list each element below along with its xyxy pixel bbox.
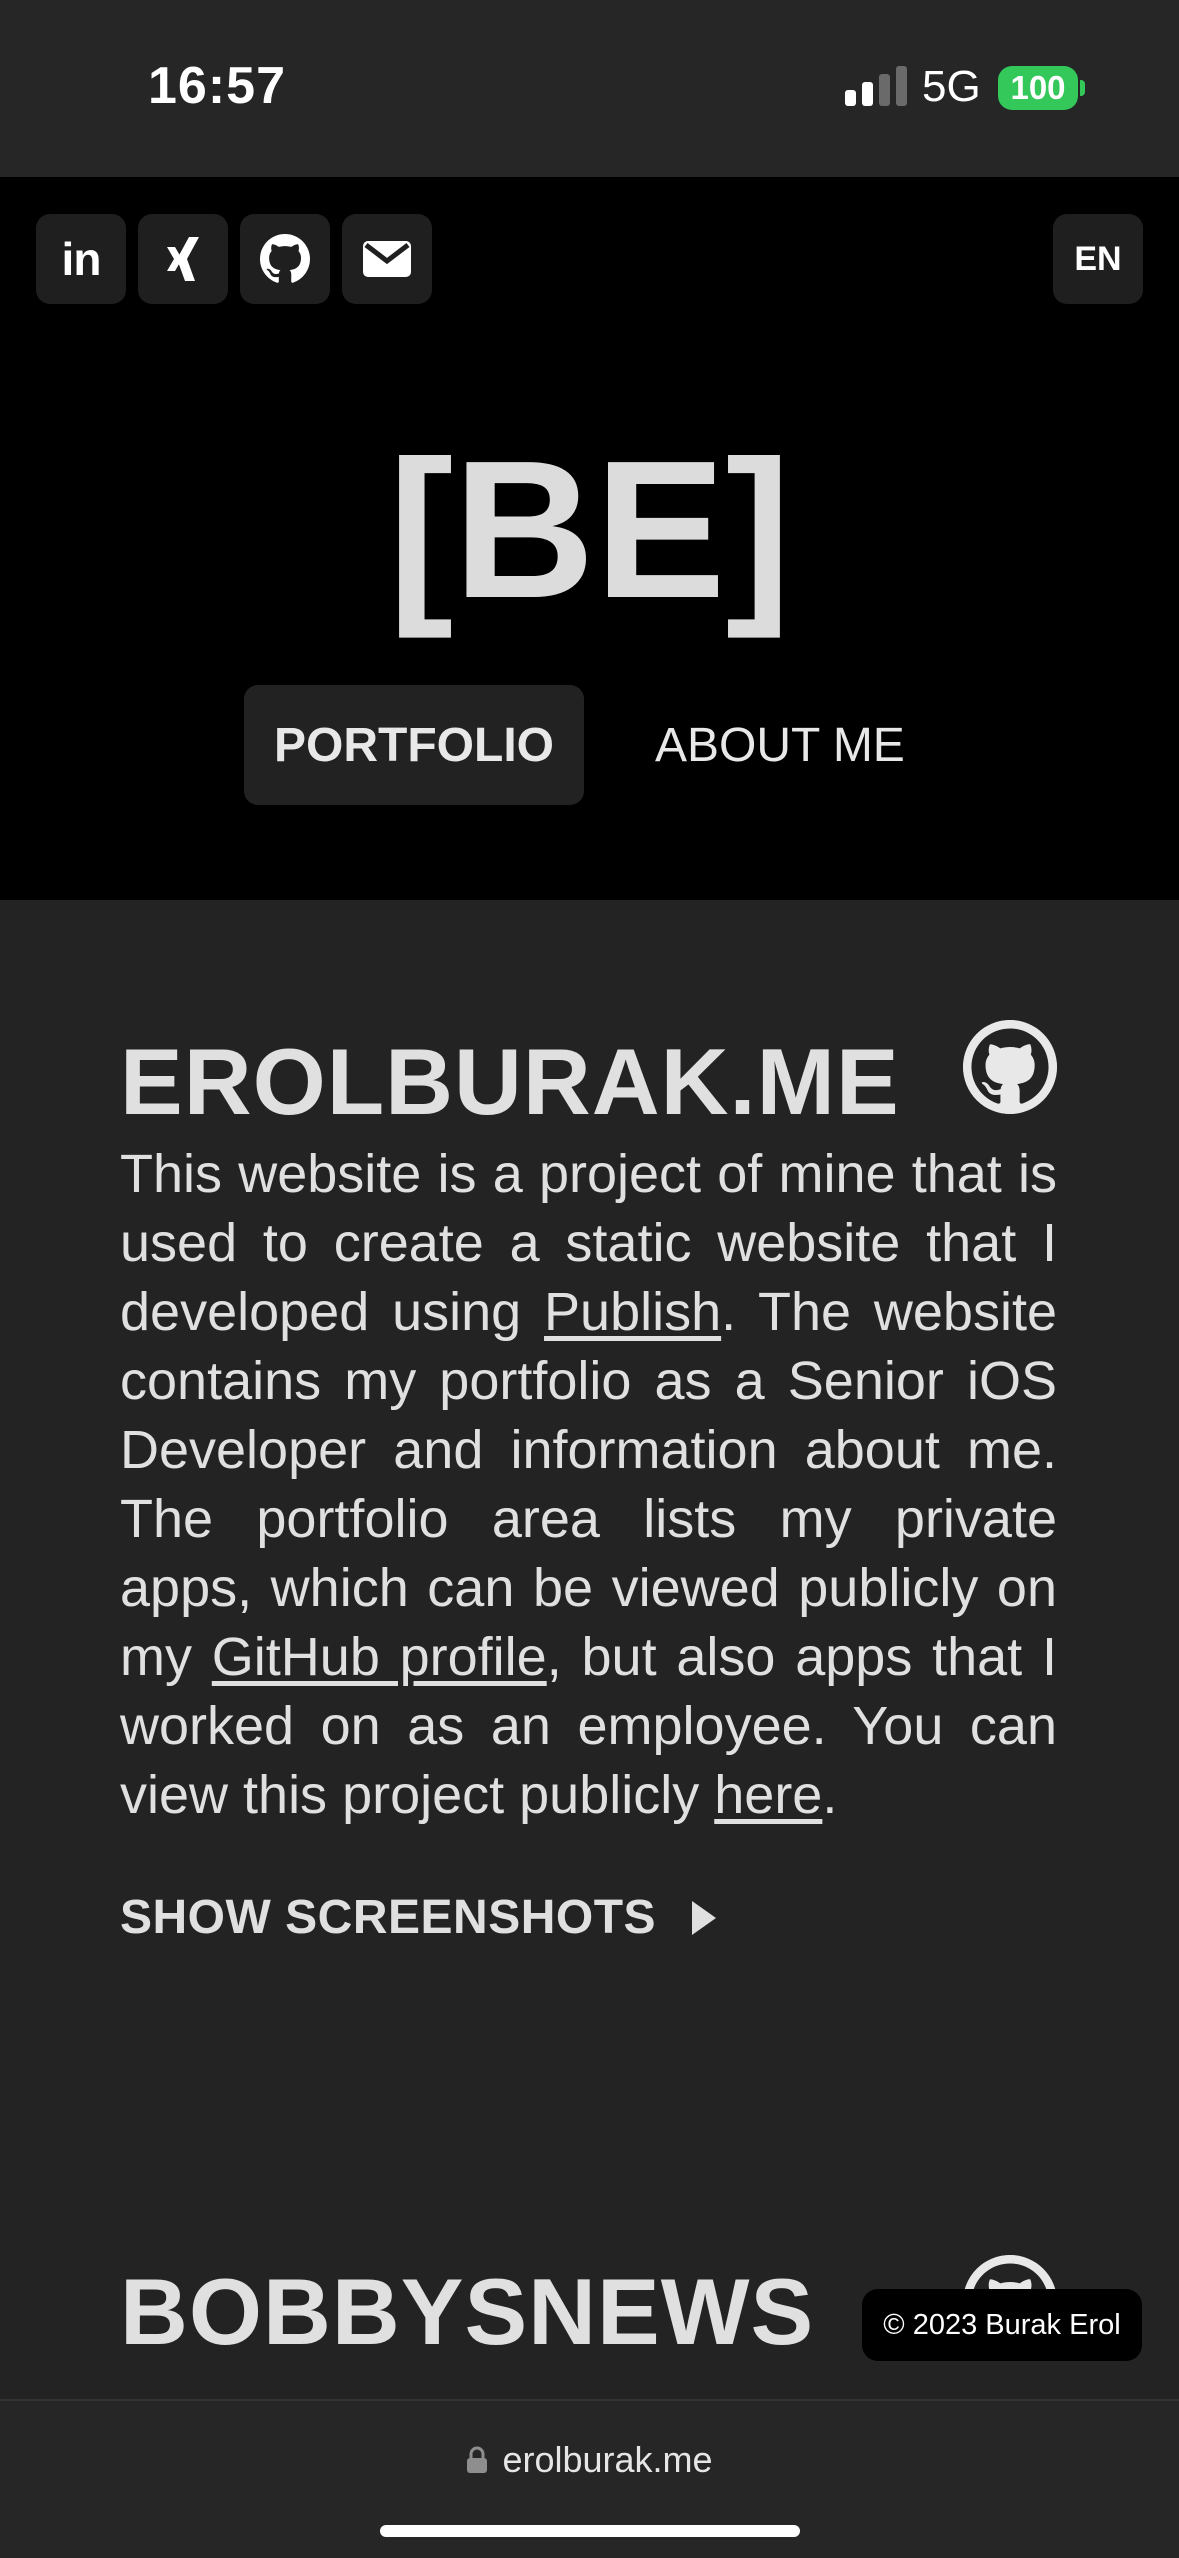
project-here-link[interactable]: here <box>714 1765 822 1825</box>
network-type: 5G <box>922 62 981 111</box>
linkedin-button[interactable]: in <box>36 214 126 304</box>
project-title: BOBBYSNEWS <box>120 2259 815 2364</box>
linkedin-icon: in <box>61 233 102 285</box>
nav-portfolio[interactable]: PORTFOLIO <box>244 685 584 805</box>
browser-address-bar[interactable]: erolburak.me <box>0 2399 1179 2558</box>
status-bar: 16:57 5G 100 <box>0 0 1179 177</box>
github-icon <box>963 1020 1057 1114</box>
language-button[interactable]: EN <box>1053 214 1143 304</box>
site-logo[interactable]: [BE] <box>0 432 1179 628</box>
github-button[interactable] <box>240 214 330 304</box>
battery-icon: 100 <box>998 66 1078 110</box>
github-icon <box>260 234 310 283</box>
project-github-link[interactable] <box>963 1020 1057 1114</box>
xing-button[interactable] <box>138 214 228 304</box>
project-description: This website is a project of mine that i… <box>120 1140 1057 1830</box>
nav-about-me[interactable]: ABOUT ME <box>655 685 905 805</box>
xing-icon <box>167 237 199 281</box>
publish-link[interactable]: Publish <box>544 1282 721 1342</box>
email-button[interactable] <box>342 214 432 304</box>
description-text: . <box>822 1765 838 1825</box>
mail-icon <box>363 241 411 277</box>
project-card: EROLBURAK.ME This website is a project o… <box>120 1020 1057 1945</box>
cellular-signal-icon <box>845 66 909 106</box>
battery-nub <box>1080 80 1085 96</box>
lock-icon <box>467 2446 488 2473</box>
show-screenshots-button[interactable]: SHOW SCREENSHOTS <box>120 1890 1057 1945</box>
project-title: EROLBURAK.ME <box>120 1029 900 1134</box>
github-profile-link[interactable]: GitHub profile <box>212 1627 547 1687</box>
status-time: 16:57 <box>148 57 286 115</box>
site-header: in EN [BE] PORTFOLIO ABOUT ME <box>0 177 1179 900</box>
url-field[interactable]: erolburak.me <box>0 2439 1179 2481</box>
show-screenshots-label: SHOW SCREENSHOTS <box>120 1891 657 1944</box>
copyright-badge: © 2023 Burak Erol <box>862 2289 1142 2361</box>
disclosure-triangle-icon <box>692 1900 717 1935</box>
home-indicator[interactable] <box>380 2525 800 2537</box>
url-text: erolburak.me <box>502 2439 713 2480</box>
